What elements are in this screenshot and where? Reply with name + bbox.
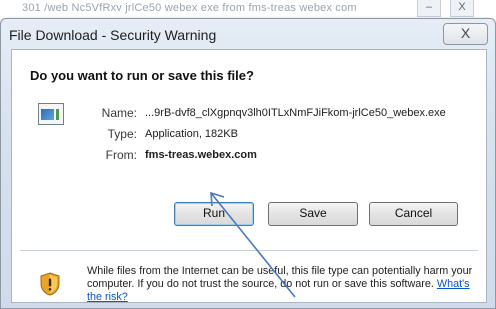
file-name-value: ...9rB-dvf8_clXgpnqv3lh0ITLxNmFJiFkom-jr… bbox=[145, 107, 446, 119]
background-window-text: 301 /web Nc5VfRxv jrlCe50 webex exe from… bbox=[22, 2, 357, 14]
dialog-title: File Download - Security Warning bbox=[9, 27, 217, 43]
divider bbox=[20, 250, 478, 251]
run-button[interactable]: Run bbox=[174, 202, 254, 226]
file-source-value: fms-treas.webex.com bbox=[145, 149, 257, 161]
background-close-button[interactable]: X bbox=[450, 0, 474, 17]
warning-message: While files from the Internet can be use… bbox=[87, 265, 473, 290]
background-minimize-button[interactable]: – bbox=[417, 0, 441, 17]
security-warning-text: While files from the Internet can be use… bbox=[87, 265, 477, 304]
application-icon bbox=[38, 103, 64, 125]
file-type-value: Application, 182KB bbox=[145, 128, 238, 140]
from-label: From: bbox=[105, 148, 137, 162]
title-bar[interactable]: File Download - Security Warning X bbox=[1, 19, 495, 49]
close-button[interactable]: X bbox=[443, 23, 488, 45]
background-window: 301 /web Nc5VfRxv jrlCe50 webex exe from… bbox=[0, 0, 496, 20]
name-label: Name: bbox=[101, 106, 137, 120]
shield-warning-icon bbox=[40, 272, 60, 296]
cancel-button[interactable]: Cancel bbox=[369, 202, 458, 226]
dialog-content-panel: Do you want to run or save this file? Na… bbox=[11, 49, 487, 303]
prompt-question: Do you want to run or save this file? bbox=[30, 68, 254, 83]
type-label: Type: bbox=[107, 127, 137, 141]
save-button[interactable]: Save bbox=[268, 202, 358, 226]
file-download-dialog: File Download - Security Warning X Do yo… bbox=[0, 18, 496, 309]
